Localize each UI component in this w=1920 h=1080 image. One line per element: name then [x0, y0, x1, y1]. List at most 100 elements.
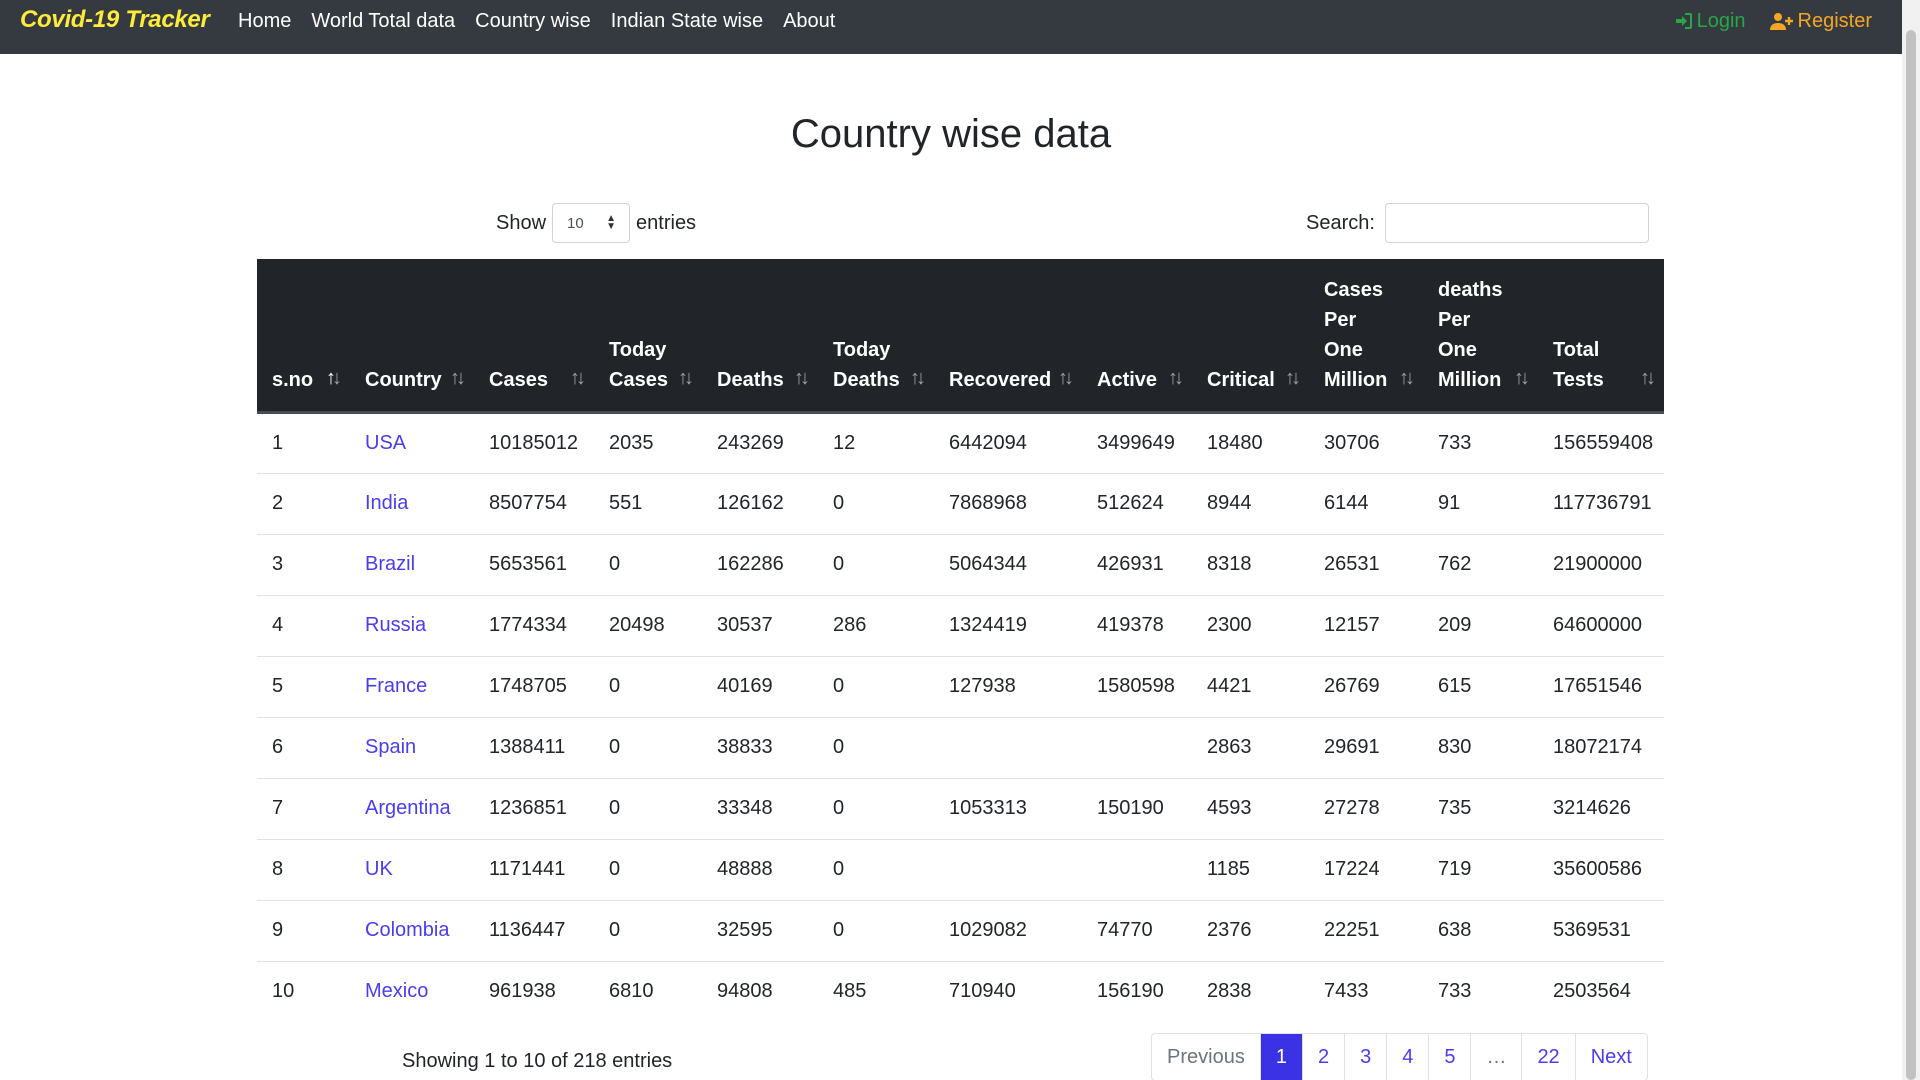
cell-sno: 9 [257, 900, 350, 962]
top-navbar: Covid-19 Tracker Home World Total data C… [0, 0, 1902, 54]
cell-deaths-per-million: 735 [1423, 778, 1538, 840]
column-header-active[interactable]: Active ↑↓ [1082, 259, 1192, 414]
pagination: Previous 1 2 3 4 5… 22 Next [1151, 1033, 1648, 1080]
cell-critical: 2376 [1192, 900, 1309, 962]
sort-icon[interactable]: ↑↓ [1168, 363, 1184, 393]
column-header-cases-per-million[interactable]: Cases Per One Million ↑↓ [1309, 259, 1423, 414]
pagination-ellipsis: … [1470, 1034, 1521, 1080]
column-header-sno[interactable]: s.no ↑↓ [257, 259, 350, 414]
sort-icon[interactable]: ↑↓ [678, 363, 694, 393]
table-body: 1 USA 10185012 2035 243269 12 6442094 3499649 18… [257, 412, 1664, 1022]
cell-deaths: 30537 [702, 595, 818, 657]
sort-icon[interactable]: ↑↓ [1285, 363, 1301, 393]
table-row: 2 India 8507754 551 126162 0 7868968 512624 8944… [257, 473, 1664, 535]
search-input[interactable] [1384, 203, 1649, 243]
cell-cases: 1774334 [474, 595, 594, 657]
column-header-critical[interactable]: Critical ↑↓ [1192, 259, 1309, 414]
column-header-country[interactable]: Country ↑↓ [350, 259, 474, 414]
cell-total-tests: 21900000 [1538, 534, 1664, 596]
column-header-label: s.no [272, 368, 314, 391]
cell-country: Brazil [350, 534, 474, 596]
sort-icon[interactable]: ↑↓ [570, 363, 586, 393]
column-header-today-cases[interactable]: Today Cases ↑↓ [594, 259, 702, 414]
cell-recovered: 1053313 [934, 778, 1082, 840]
table-row: 4 Russia 1774334 20498 30537 286 1324419 419378… [257, 595, 1664, 657]
sort-icon[interactable]: ↑↓ [450, 363, 466, 393]
page-button-5[interactable]: 5 [1428, 1034, 1470, 1080]
cell-today-deaths: 12 [818, 412, 934, 474]
sort-icon[interactable]: ↑↓ [1399, 363, 1415, 393]
cell-sno: 3 [257, 534, 350, 596]
search-label: Search: [1306, 211, 1375, 234]
cell-cases: 10185012 [474, 412, 594, 474]
country-link[interactable]: France [365, 675, 427, 697]
cell-deaths: 48888 [702, 839, 818, 901]
cell-country: India [350, 473, 474, 535]
cell-country: Russia [350, 595, 474, 657]
register-label: Register [1797, 9, 1872, 32]
page-button-3[interactable]: 3 [1344, 1034, 1386, 1080]
cell-sno: 7 [257, 778, 350, 840]
country-link[interactable]: Russia [365, 614, 426, 636]
cell-recovered: 6442094 [934, 412, 1082, 474]
country-link[interactable]: Argentina [365, 797, 451, 819]
cell-today-cases: 20498 [594, 595, 702, 657]
table-info: Showing 1 to 10 of 218 entries [402, 1050, 673, 1072]
country-link[interactable]: Mexico [365, 980, 428, 1002]
sort-icon[interactable]: ↑↓ [910, 363, 926, 393]
sort-icon[interactable]: ↑↓ [326, 363, 342, 393]
table-row: 8 UK 1171441 0 48888 0 1185 17224 719 35600586 [257, 839, 1664, 901]
page-button-1[interactable]: 1 [1259, 1034, 1302, 1080]
sort-icon[interactable]: ↑↓ [1640, 363, 1656, 393]
sort-icon[interactable]: ↑↓ [1514, 363, 1530, 393]
cell-total-tests: 35600586 [1538, 839, 1664, 901]
cell-cases: 1171441 [474, 839, 594, 901]
cell-today-cases: 6810 [609, 980, 654, 1003]
cell-sno: 6 [257, 717, 350, 779]
country-link[interactable]: UK [365, 858, 393, 880]
cell-total-tests: 156559408 [1538, 412, 1664, 474]
cell-today-deaths: 0 [818, 534, 934, 596]
nav-about[interactable]: About [783, 10, 835, 33]
column-header-label: Cases [489, 368, 548, 391]
scrollbar-thumb[interactable] [1906, 30, 1916, 1080]
cell-deaths-per-million: 830 [1423, 717, 1538, 779]
sort-icon[interactable]: ↑↓ [794, 363, 810, 393]
country-link[interactable]: Spain [365, 736, 416, 758]
cell-today-deaths: 0 [818, 473, 934, 535]
nav-indian-state-wise[interactable]: Indian State wise [611, 10, 763, 33]
register-link[interactable]: Register [1769, 9, 1872, 33]
page-scrollbar[interactable] [1902, 0, 1920, 1080]
column-header-label: Critical [1207, 368, 1275, 391]
column-header-deaths-per-million[interactable]: deaths Per One Million ↑↓ [1423, 259, 1538, 414]
column-header-cases[interactable]: Cases ↑↓ [474, 259, 594, 414]
cell-cases: 1236851 [474, 778, 594, 840]
entries-select-wrapper: 10 ▲ ▼ [546, 203, 636, 243]
search-control: Search: [1306, 203, 1649, 243]
entries-select[interactable]: 10 [552, 203, 631, 243]
sort-icon[interactable]: ↑↓ [1058, 363, 1074, 393]
nav-home[interactable]: Home [238, 10, 291, 33]
cell-deaths-per-million: 638 [1423, 900, 1538, 962]
nav-country-wise[interactable]: Country wise [475, 10, 591, 33]
country-link[interactable]: Brazil [365, 553, 415, 575]
page-button-4[interactable]: 4 [1386, 1034, 1428, 1080]
column-header-recovered[interactable]: Recovered ↑↓ [934, 259, 1082, 414]
previous-page-button[interactable]: Previous [1152, 1034, 1260, 1080]
next-page-button[interactable]: Next [1574, 1034, 1647, 1080]
page-button-22[interactable]: 22 [1521, 1034, 1574, 1080]
column-header-total-tests[interactable]: Total Tests ↑↓ [1538, 259, 1664, 414]
cell-critical: 4421 [1192, 656, 1309, 718]
country-link[interactable]: USA [365, 432, 406, 454]
column-header-deaths[interactable]: Deaths ↑↓ [702, 259, 818, 414]
country-link[interactable]: India [365, 492, 408, 514]
login-link[interactable]: Login [1675, 10, 1746, 33]
brand-logo[interactable]: Covid-19 Tracker [20, 6, 210, 34]
cell-today-cases: 551 [594, 473, 702, 535]
page-button-2[interactable]: 2 [1301, 1034, 1344, 1080]
column-header-today-deaths[interactable]: Today Deaths ↑↓ [818, 259, 934, 414]
nav-world-total[interactable]: World Total data [311, 10, 455, 33]
cell-today-deaths: 0 [818, 778, 934, 840]
country-link[interactable]: Colombia [365, 919, 449, 941]
cell-deaths: 126162 [702, 473, 818, 535]
